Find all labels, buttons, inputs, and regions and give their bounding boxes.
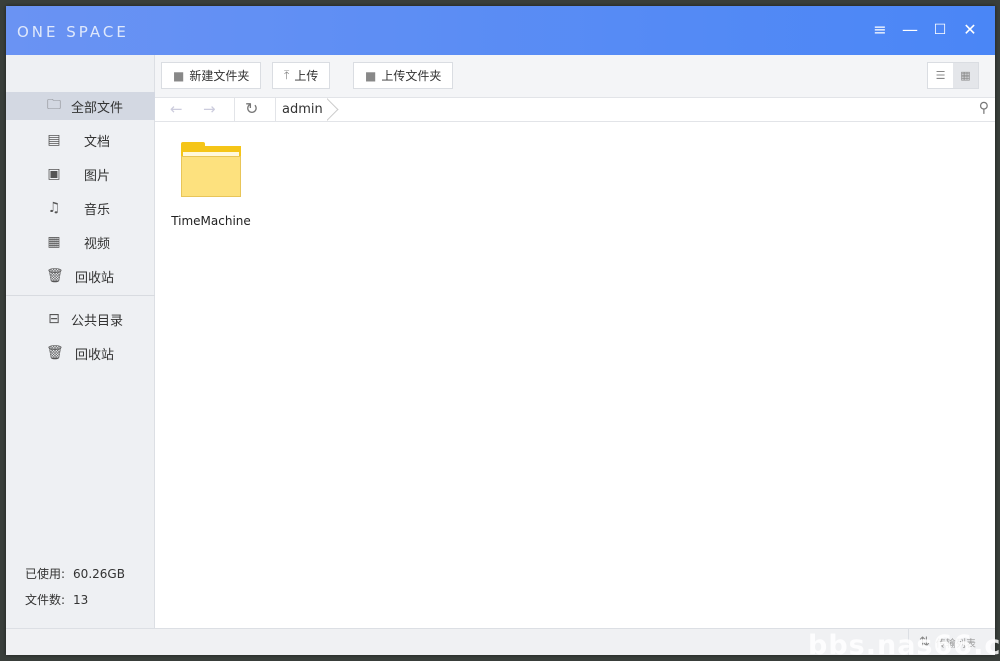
folder-icon: 🗀 [47,97,61,113]
sidebar-item-label: 回收站 [75,347,115,363]
music-icon: ♫ [47,200,61,216]
used-value: 60.26GB [73,567,125,581]
upload-folder-button[interactable]: ■ 上传文件夹 [353,62,454,89]
sidebar-divider [6,295,155,296]
file-item[interactable]: TimeMachine [166,134,256,228]
image-icon: ▣ [47,166,61,182]
sidebar-item-documents[interactable]: ▤ 文档 [6,126,155,154]
close-button[interactable]: ✕ [960,20,980,40]
folder-plus-icon: ■ [173,68,185,83]
trash-icon: 🗑 [46,268,64,284]
sidebar-item-public-recycle-bin[interactable]: 🗑 回收站 [6,339,155,367]
forward-arrow-icon[interactable]: → [203,100,216,118]
separator [234,98,235,122]
grid-view-icon[interactable]: ▦ [953,63,978,88]
sidebar-item-label: 文档 [84,134,111,150]
new-folder-button[interactable]: ■ 新建文件夹 [161,62,262,89]
used-label: 已使用: [25,567,66,581]
upload-folder-label: 上传文件夹 [381,69,442,83]
file-count: 文件数: 13 [25,591,88,608]
list-view-icon[interactable]: ☰ [928,63,953,88]
sidebar-item-all-files[interactable]: 🗀 全部文件 [6,92,155,120]
video-icon: ▦ [47,234,61,250]
used-space: 已使用: 60.26GB [25,565,125,582]
trash-icon: 🗑 [46,345,64,361]
upload-label: 上传 [294,69,319,83]
sidebar-item-label: 公共目录 [71,313,124,329]
sidebar-item-public-directory[interactable]: ⊟ 公共目录 [6,305,155,333]
folder-icon [181,142,241,197]
upload-icon: ⤒ [284,68,290,82]
maximize-button[interactable]: ☐ [930,20,950,40]
sidebar-item-label: 音乐 [84,202,111,218]
search-icon[interactable]: ⚲ [979,100,989,116]
view-toggle: ☰ ▦ [927,62,979,89]
minimize-button[interactable]: — [900,20,920,40]
briefcase-icon: ⊟ [48,311,60,327]
watermark: bbs.nas66.com [808,630,1000,661]
title-bar: ONE SPACE ≡ — ☐ ✕ [6,6,995,55]
separator [275,98,276,122]
sidebar-item-label: 全部文件 [71,100,124,116]
back-arrow-icon[interactable]: ← [170,100,183,118]
sidebar-item-label: 视频 [84,236,111,252]
sidebar-item-images[interactable]: ▣ 图片 [6,160,155,188]
refresh-icon[interactable]: ↻ [245,99,258,118]
sidebar-item-label: 图片 [84,168,111,184]
toolbar: ■ 新建文件夹 ⤒ 上传 ■ 上传文件夹 ☰ ▦ [155,55,995,97]
new-folder-label: 新建文件夹 [189,69,250,83]
count-label: 文件数: [25,593,66,607]
file-name: TimeMachine [171,214,251,228]
path-bar: ← → ↻ admin ⚲ [155,97,995,122]
breadcrumb-chevron [327,98,339,122]
sidebar-item-recycle-bin[interactable]: 🗑 回收站 [6,262,155,290]
count-value: 13 [73,593,89,607]
sidebar-item-music[interactable]: ♫ 音乐 [6,194,155,222]
folder-upload-icon: ■ [365,68,377,83]
sidebar-item-label: 回收站 [75,270,115,286]
breadcrumb-admin[interactable]: admin [282,102,323,117]
menu-button[interactable]: ≡ [870,20,890,40]
sidebar: 🗀 全部文件 ▤ 文档 ▣ 图片 ♫ 音乐 ▦ 视频 🗑 回收站 ⊟ 公共目录 [6,55,155,628]
app-window: ONE SPACE ≡ — ☐ ✕ 🗀 全部文件 ▤ 文档 ▣ 图片 ♫ 音乐 … [6,6,995,655]
document-icon: ▤ [47,132,61,148]
app-title: ONE SPACE [17,23,129,41]
upload-button[interactable]: ⤒ 上传 [272,62,331,89]
sidebar-item-video[interactable]: ▦ 视频 [6,228,155,256]
